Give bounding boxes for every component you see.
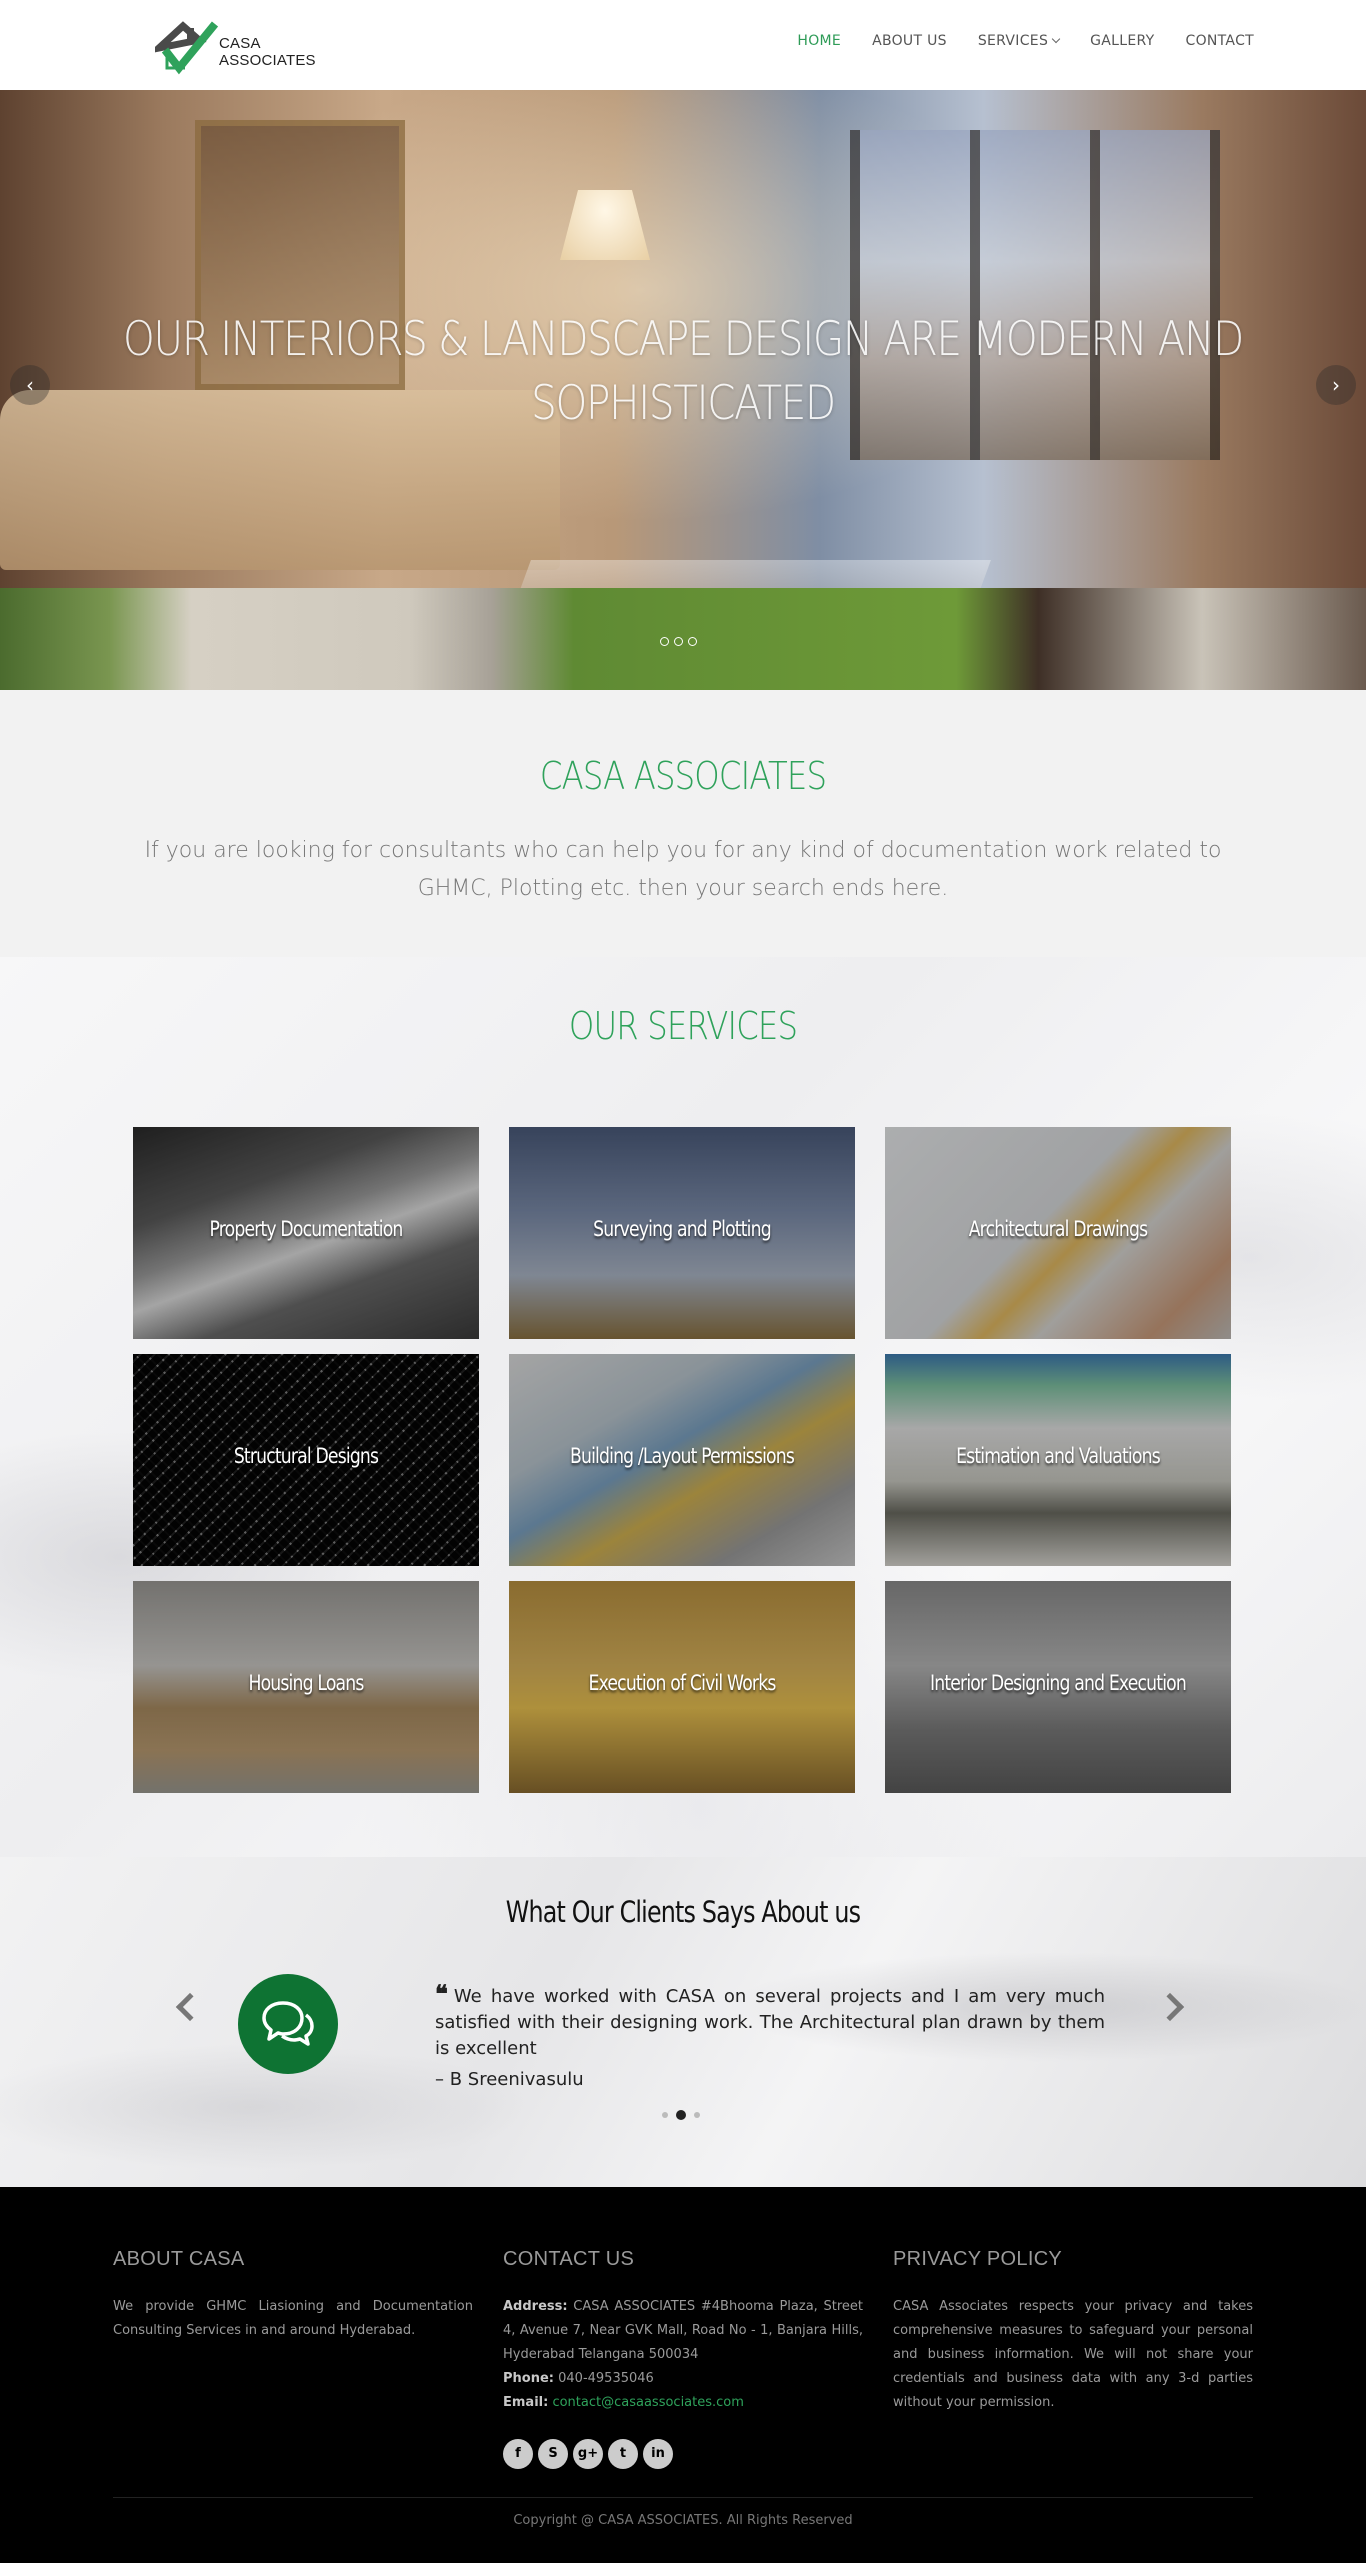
phone-label: Phone: [503,2371,554,2386]
nav-about-us-label: ABOUT US [872,33,947,49]
site-footer: ABOUT CASA We provide GHMC Liasioning an… [0,2187,1366,2563]
nav-contact[interactable]: CONTACT [1186,33,1255,49]
testimonial-quote-text: We have worked with CASA on several proj… [435,1986,1105,2059]
service-card-property-documentation[interactable]: Property Documentation [133,1127,479,1339]
testimonials-title: What Our Clients Says About us [505,1895,861,1929]
services-grid: Property Documentation Surveying and Plo… [133,1127,1233,1793]
footer-about: ABOUT CASA We provide GHMC Liasioning an… [113,2248,473,2343]
service-label: Structural Designs [233,1444,379,1468]
brand-name-line1: CASA [219,35,261,52]
nav-gallery-label: GALLERY [1090,33,1155,49]
slider-dots [660,637,697,646]
brand-logo[interactable]: CASA ASSOCIATES [147,18,316,76]
copyright: Copyright @ CASA ASSOCIATES. All Rights … [513,2513,853,2528]
service-label: Interior Designing and Execution [930,1671,1187,1695]
hero-title-line1: OUR INTERIORS & LANDSCAPE DESIGN ARE MOD… [123,312,1244,367]
footer-phone: Phone: 040-49535046 [503,2367,863,2391]
main-menu: HOME ABOUT US SERVICES GALLERY CONTACT [797,33,1254,49]
testimonials-section: What Our Clients Says About us ❝ We have … [0,1857,1366,2187]
service-card-estimation-valuations[interactable]: Estimation and Valuations [885,1354,1231,1566]
service-label: Building /Layout Permissions [569,1444,795,1468]
phone-value: 040-49535046 [558,2371,654,2386]
google-plus-icon[interactable]: g+ [573,2439,603,2469]
slider-prev-button[interactable]: ‹ [10,365,50,405]
service-label: Surveying and Plotting [593,1217,771,1241]
footer-contact: CONTACT US Address: CASA ASSOCIATES #4Bh… [503,2248,863,2469]
top-navbar: CASA ASSOCIATES HOME ABOUT US SERVICES G… [0,0,1366,90]
quote-icon: ❝ [435,1979,448,2008]
service-label: Property Documentation [209,1217,403,1241]
facebook-icon[interactable]: f [503,2439,533,2469]
twitter-icon[interactable]: t [608,2439,638,2469]
footer-divider [113,2497,1253,2498]
footer-email: Email: contact@casaassociates.com [503,2391,863,2415]
social-links: f S g+ t in [503,2439,863,2469]
footer-address: Address: CASA ASSOCIATES #4Bhooma Plaza,… [503,2295,863,2367]
nav-services[interactable]: SERVICES [977,33,1061,49]
footer-privacy-text: CASA Associates respects your privacy an… [893,2299,1253,2410]
footer-about-text: We provide GHMC Liasioning and Documenta… [113,2299,473,2338]
service-card-housing-loans[interactable]: Housing Loans [133,1581,479,1793]
nav-contact-label: CONTACT [1185,33,1254,49]
intro-section: CASA ASSOCIATES If you are looking for c… [0,690,1366,957]
testimonial-dot-3[interactable] [694,2112,700,2118]
chevron-left-icon: ‹ [26,373,34,397]
chat-bubbles-icon [262,2001,314,2046]
service-label: Estimation and Valuations [956,1444,1161,1468]
skype-icon[interactable]: S [538,2439,568,2469]
chevron-right-icon: › [1332,373,1340,397]
service-card-architectural-drawings[interactable]: Architectural Drawings [885,1127,1231,1339]
nav-services-label: SERVICES [977,33,1049,49]
slider-next-button[interactable]: › [1316,365,1356,405]
service-label: Execution of Civil Works [588,1671,777,1695]
nav-gallery[interactable]: GALLERY [1090,33,1154,49]
testimonial-author: – B Sreenivasulu [435,2069,584,2090]
nav-about-us[interactable]: ABOUT US [872,33,947,49]
intro-text: If you are looking for consultants who c… [144,838,1222,901]
service-label: Housing Loans [248,1671,364,1695]
service-card-civil-works[interactable]: Execution of Civil Works [509,1581,855,1793]
service-card-structural-designs[interactable]: Structural Designs [133,1354,479,1566]
testimonial-prev-button[interactable] [175,1992,205,2022]
testimonial-dots [662,2110,700,2120]
footer-privacy: PRIVACY POLICY CASA Associates respects … [893,2248,1253,2415]
footer-about-title: ABOUT CASA [113,2248,245,2270]
address-label: Address: [503,2299,568,2314]
email-label: Email: [503,2395,549,2410]
service-label: Architectural Drawings [968,1217,1148,1241]
brand-name-line2: ASSOCIATES [219,52,316,69]
slider-dot-3[interactable] [688,637,697,646]
testimonial-avatar [238,1974,338,2074]
testimonial-next-button[interactable] [1155,1992,1185,2022]
brand-name: CASA ASSOCIATES [219,35,316,69]
hero-slider: OUR INTERIORS & LANDSCAPE DESIGN ARE MOD… [0,90,1366,690]
services-title: OUR SERVICES [568,1004,798,1048]
intro-title: CASA ASSOCIATES [539,754,827,798]
footer-privacy-title: PRIVACY POLICY [893,2248,1063,2270]
chevron-down-icon [1051,34,1061,44]
testimonial-dot-2[interactable] [676,2110,686,2120]
slider-dot-2[interactable] [674,637,683,646]
slider-dot-1[interactable] [660,637,669,646]
service-card-interior-designing[interactable]: Interior Designing and Execution [885,1581,1231,1793]
footer-contact-title: CONTACT US [503,2248,635,2270]
service-card-building-permissions[interactable]: Building /Layout Permissions [509,1354,855,1566]
linkedin-icon[interactable]: in [643,2439,673,2469]
logo-house-check-icon [147,18,225,76]
service-card-surveying-plotting[interactable]: Surveying and Plotting [509,1127,855,1339]
testimonial-dot-1[interactable] [662,2112,668,2118]
nav-home[interactable]: HOME [797,33,841,49]
services-section: OUR SERVICES Property Documentation Surv… [0,957,1366,1857]
hero-title-line2: SOPHISTICATED [531,376,836,431]
nav-home-label: HOME [797,33,842,49]
email-link[interactable]: contact@casaassociates.com [552,2395,743,2410]
hero-title: OUR INTERIORS & LANDSCAPE DESIGN ARE MOD… [96,308,1271,436]
testimonial-quote: ❝ We have worked with CASA on several pro… [435,1981,1105,2062]
